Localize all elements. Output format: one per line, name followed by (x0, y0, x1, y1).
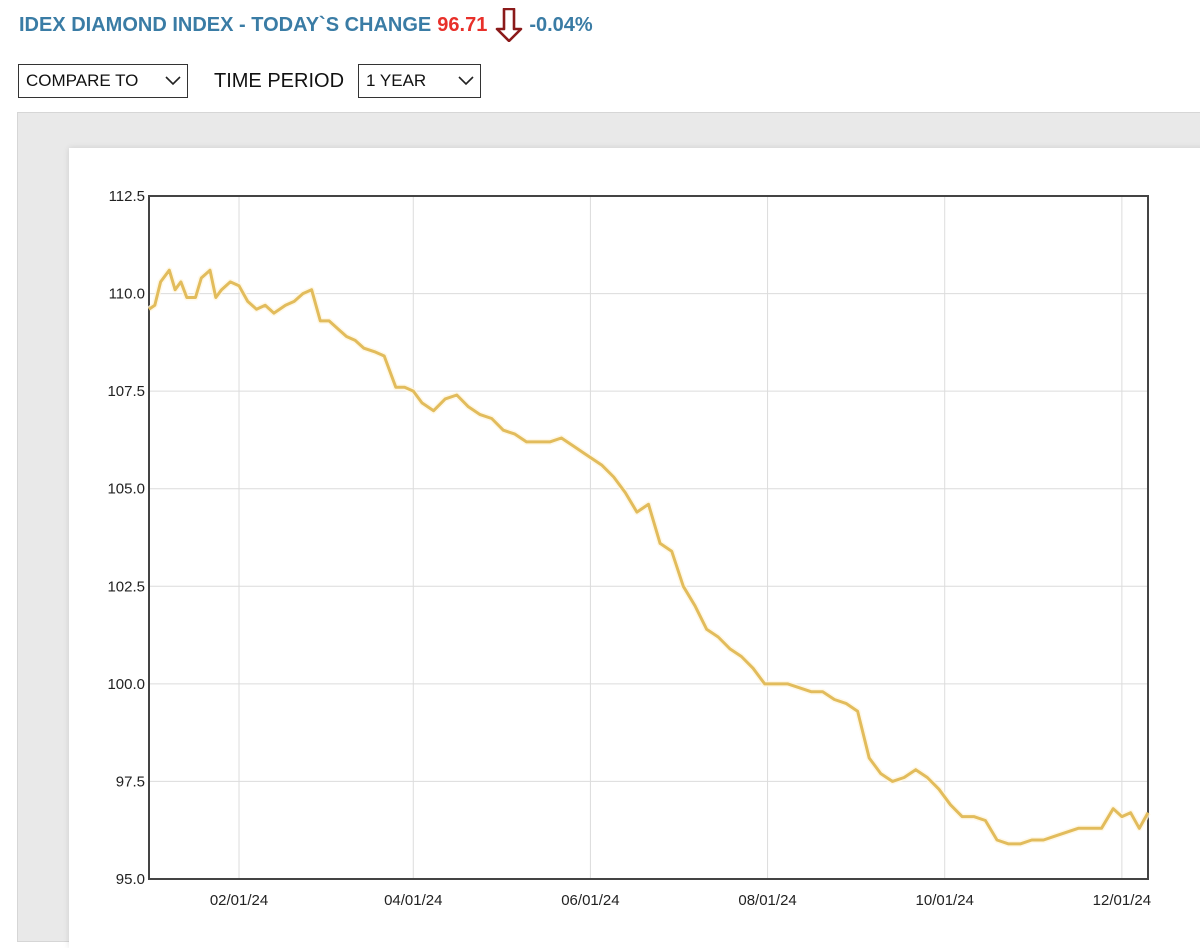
time-period-value: 1 YEAR (366, 71, 427, 90)
y-tick-label: 102.5 (107, 578, 145, 595)
time-period-select[interactable]: 1 YEAR (358, 64, 482, 98)
current-price: 96.71 (437, 13, 488, 36)
series-line (148, 268, 1150, 846)
x-tick-label: 04/01/24 (384, 892, 442, 909)
y-tick-label: 105.0 (107, 481, 145, 498)
line-chart[interactable]: 95.0 97.5 100.0 102.5 105.0 107.5 110.0 112.5 02… (69, 148, 1200, 931)
x-tick-label: 12/01/24 (1093, 892, 1151, 909)
y-tick-label: 112.5 (109, 188, 145, 205)
series-line-halo (147, 267, 1151, 847)
chevron-down-icon (458, 76, 474, 86)
chart-controls: COMPARE TO TIME PERIOD 1 YEAR (18, 64, 482, 98)
page-title: IDEX DIAMOND INDEX - TODAY`S CHANGE 96.7… (19, 8, 593, 42)
change-percent: -0.04% (529, 13, 593, 36)
compare-to-select[interactable]: COMPARE TO (18, 64, 188, 98)
y-tick-label: 110.0 (109, 286, 145, 303)
down-arrow-icon (495, 8, 523, 42)
x-tick-label: 10/01/24 (916, 892, 974, 909)
y-tick-label: 107.5 (107, 383, 145, 400)
y-tick-label: 100.0 (107, 676, 145, 693)
y-tick-label: 97.5 (116, 773, 145, 790)
compare-to-label: COMPARE TO (26, 71, 139, 90)
x-tick-label: 06/01/24 (561, 892, 619, 909)
time-period-label: TIME PERIOD (214, 69, 345, 92)
x-tick-label: 08/01/24 (738, 892, 796, 909)
x-tick-label: 02/01/24 (210, 892, 268, 909)
index-title: IDEX DIAMOND INDEX - TODAY`S CHANGE (19, 13, 432, 36)
chart-panel: 95.0 97.5 100.0 102.5 105.0 107.5 110.0 112.5 02… (69, 148, 1200, 948)
chevron-down-icon (165, 76, 181, 86)
y-tick-label: 95.0 (116, 871, 145, 888)
